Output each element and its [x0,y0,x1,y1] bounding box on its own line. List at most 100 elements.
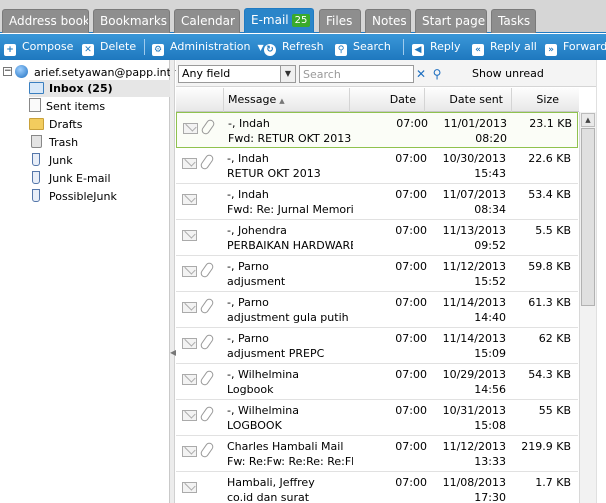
administration-label: Administration [170,40,251,53]
paperclip-icon [199,369,215,387]
message-sent-time: 13:33 [474,455,506,468]
reply-all-button[interactable]: « Reply all [472,34,537,60]
envelope-icon [182,338,197,349]
tab-address-book[interactable]: Address book [2,9,89,33]
account-node[interactable]: − arief.setyawan@papp.intra [2,64,182,81]
envelope-icon [182,230,197,241]
message-sent-date: 11/12/2013 [442,260,506,273]
column-date[interactable]: Date [349,88,424,112]
tab-notes[interactable]: Notes [365,9,411,33]
folder-label: Sent items [46,100,106,113]
table-row[interactable]: -, Indah Fwd: Re: Jurnal Memorial 07:00 11/… [176,184,578,220]
compose-label: Compose [22,40,74,53]
message-sent-date: 11/08/2013 [442,476,506,489]
table-row[interactable]: -, Parno adjusment 07:00 11/12/2013 15:52 59.… [176,256,578,292]
main-toolbar: + Compose ✕ Delete ⚙ Administration ▼ ↻ Refre… [0,34,606,60]
message-sent-time: 15:08 [474,419,506,432]
forward-icon: » [545,44,557,56]
clear-search-icon[interactable]: ✕ [414,66,428,82]
scroll-thumb[interactable] [581,128,595,306]
delete-button[interactable]: ✕ Delete [82,34,136,60]
junk-folder-icon [32,189,40,202]
table-row[interactable]: -, Indah RETUR OKT 2013 07:00 10/30/2013 15:… [176,148,578,184]
folder-tree: − arief.setyawan@papp.intra Inbox (25) Se… [0,60,182,503]
message-size: 5.5 KB [535,224,571,237]
tab-start-page[interactable]: Start page [415,9,487,33]
folder-junk-email[interactable]: Junk E-mail [29,170,111,187]
message-sent-time: 08:34 [474,203,506,216]
message-sent-date: 11/13/2013 [442,224,506,237]
table-row[interactable]: -, Parno adjustment gula putih 07:00 11/14/… [176,292,578,328]
message-date: 07:00 [395,440,427,453]
folder-sent-items[interactable]: Sent items [29,98,105,115]
message-subject: Logbook [227,383,274,396]
message-size: 1.7 KB [535,476,571,489]
delete-x-icon: ✕ [82,44,94,56]
search-field-select[interactable]: Any field ▼ [178,65,296,83]
refresh-button[interactable]: ↻ Refresh [264,34,324,60]
table-row[interactable]: Charles Hambali Mail Fw: Re:Fw: Re:Re: Re… [176,436,578,472]
show-unread-toggle[interactable]: Show unread [472,65,544,83]
folder-label: PossibleJunk [49,190,117,203]
column-date-sent[interactable]: Date sent [424,88,511,112]
reply-all-icon: « [472,44,484,56]
tab-label: Calendar [181,14,235,28]
refresh-icon: ↻ [264,44,276,56]
table-row[interactable]: -, Parno adjusment PREPC 07:00 11/14/2013 15… [176,328,578,364]
search-label: Search [353,40,391,53]
table-row[interactable]: Hambali, Jeffrey co.id dan surat 07:00 11/0… [176,472,578,503]
message-from: -, Indah [227,188,269,201]
message-sent-time: 15:09 [474,347,506,360]
message-sent-time: 08:20 [475,132,507,145]
pane-splitter[interactable]: ◀ [170,60,176,503]
search-icon[interactable]: ⚲ [430,66,444,82]
message-subject: Fwd: Re: Jurnal Memorial [227,203,353,216]
table-row[interactable]: -, Wilhelmina Logbook 07:00 10/29/2013 14:56… [176,364,578,400]
column-label: Message [228,93,277,106]
message-from: Hambali, Jeffrey [227,476,315,489]
message-list: -, Indah Fwd: RETUR OKT 2013 07:00 11/01/20… [176,112,579,503]
folder-inbox[interactable]: Inbox (25) [29,80,170,97]
tab-bookmarks[interactable]: Bookmarks [93,9,170,33]
administration-button[interactable]: ⚙ Administration ▼ [152,34,264,60]
table-row[interactable]: -, Indah Fwd: RETUR OKT 2013 07:00 11/01/20… [176,112,578,148]
folder-label: Inbox (25) [49,82,113,95]
tab-email[interactable]: E-mail 25 [244,8,314,33]
folder-junk[interactable]: Junk [29,152,73,169]
table-row[interactable]: -, Wilhelmina LOGBOOK 07:00 10/31/2013 15:08… [176,400,578,436]
reply-button[interactable]: ◀ Reply [412,34,460,60]
scroll-up-arrow-icon[interactable]: ▲ [581,113,595,127]
tab-label: Files [326,14,353,28]
folder-drafts[interactable]: Drafts [29,116,82,133]
message-subject: RETUR OKT 2013 [227,167,321,180]
envelope-icon [182,302,197,313]
compose-button[interactable]: + Compose [4,34,73,60]
message-subject: LOGBOOK [227,419,282,432]
forward-button[interactable]: » Forward [545,34,606,60]
folder-possible-junk[interactable]: PossibleJunk [29,188,117,205]
column-size[interactable]: Size [511,88,579,112]
search-input[interactable] [299,65,414,83]
tab-label: Bookmarks [100,14,168,28]
message-sent-time: 17:30 [474,491,506,503]
chevron-down-icon[interactable]: ▼ [280,66,295,82]
table-row[interactable]: -, Johendra PERBAIKAN HARDWARE 07:00 11/13/… [176,220,578,256]
message-date: 07:00 [395,368,427,381]
folder-trash[interactable]: Trash [29,134,78,151]
search-button[interactable]: ⚲ Search [335,34,391,60]
folder-label: Junk [49,154,73,167]
message-subject: adjusment PREPC [227,347,325,360]
column-message[interactable]: Message ▲ [223,88,349,112]
envelope-icon [182,446,197,457]
tab-calendar[interactable]: Calendar [174,9,240,33]
search-icon: ⚲ [335,44,347,56]
tab-label: Notes [372,14,407,28]
message-list-scrollbar[interactable]: ▲ [579,112,596,503]
message-sent-date: 10/30/2013 [442,152,506,165]
envelope-icon [183,123,198,134]
refresh-label: Refresh [282,40,324,53]
tab-files[interactable]: Files [319,9,361,33]
paperclip-icon [199,261,215,279]
tab-tasks[interactable]: Tasks [491,9,536,33]
unread-badge: 25 [291,14,311,27]
